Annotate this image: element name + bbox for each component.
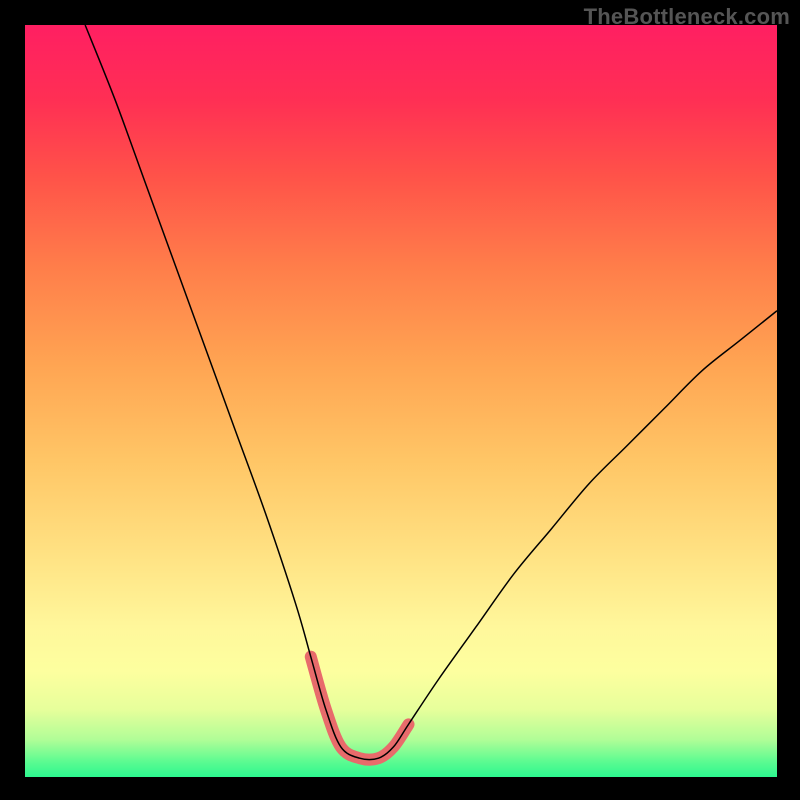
chart-frame: TheBottleneck.com bbox=[0, 0, 800, 800]
bottleneck-curve-path bbox=[85, 25, 777, 760]
curve-svg bbox=[25, 25, 777, 777]
gradient-plot-area bbox=[25, 25, 777, 777]
watermark-label: TheBottleneck.com bbox=[584, 4, 790, 30]
